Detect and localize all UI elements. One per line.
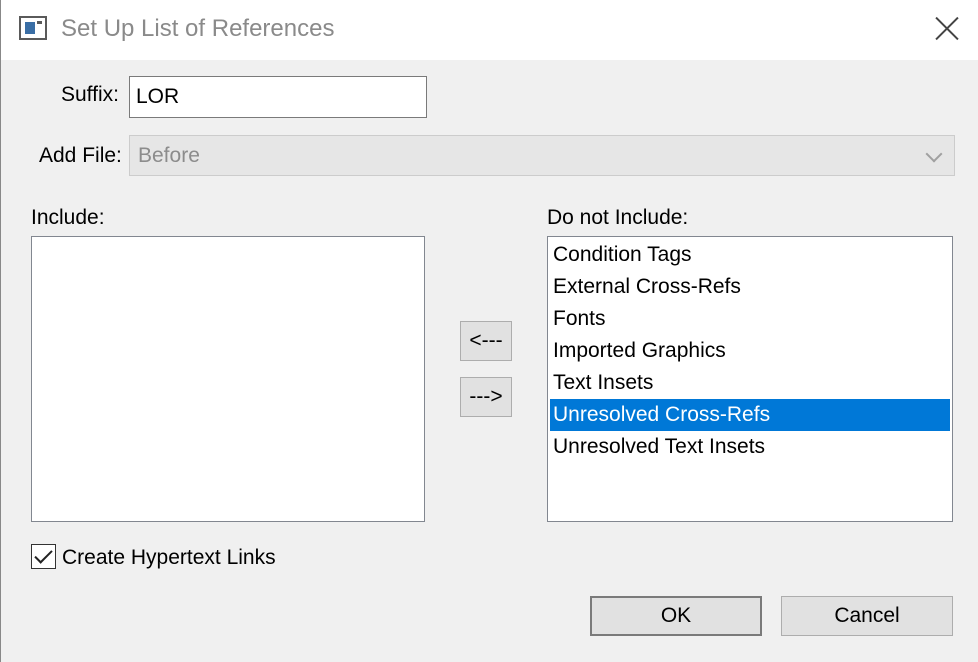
close-icon[interactable]: [933, 14, 961, 42]
cancel-button[interactable]: Cancel: [781, 596, 953, 636]
include-listbox[interactable]: [31, 236, 425, 522]
add-file-dropdown: Before: [129, 135, 955, 176]
do-not-include-label: Do not Include:: [547, 206, 689, 229]
dialog-body: Suffix: Add File: Before Include: Do not…: [1, 60, 978, 662]
add-file-selected-value: Before: [138, 144, 200, 167]
set-up-list-of-references-dialog: Set Up List of References Suffix: Add Fi…: [0, 0, 978, 662]
list-item[interactable]: Fonts: [550, 303, 950, 335]
ok-button[interactable]: OK: [590, 596, 762, 636]
list-item[interactable]: Imported Graphics: [550, 335, 950, 367]
list-item[interactable]: Unresolved Text Insets: [550, 431, 950, 463]
title-bar[interactable]: Set Up List of References: [1, 0, 978, 60]
app-icon-bar: [37, 21, 42, 24]
chevron-down-icon: [925, 145, 943, 163]
create-hypertext-links-label[interactable]: Create Hypertext Links: [62, 545, 276, 571]
checkmark-icon: [34, 545, 53, 564]
list-item[interactable]: Unresolved Cross-Refs: [550, 399, 950, 431]
include-label: Include:: [31, 206, 105, 229]
suffix-input[interactable]: [129, 76, 427, 118]
do-not-include-listbox[interactable]: Condition Tags External Cross-Refs Fonts Im…: [547, 236, 953, 522]
dialog-title: Set Up List of References: [61, 15, 335, 42]
create-hypertext-links-checkbox[interactable]: [31, 544, 56, 569]
add-file-label: Add File:: [39, 144, 122, 167]
list-item[interactable]: Text Insets: [550, 367, 950, 399]
list-item[interactable]: Condition Tags: [550, 239, 950, 271]
move-to-include-button[interactable]: <---: [460, 321, 512, 361]
suffix-label: Suffix:: [61, 83, 119, 106]
move-to-exclude-button[interactable]: --->: [460, 377, 512, 417]
app-icon-panel: [25, 22, 35, 34]
window-app-icon: [19, 16, 47, 40]
list-item[interactable]: External Cross-Refs: [550, 271, 950, 303]
